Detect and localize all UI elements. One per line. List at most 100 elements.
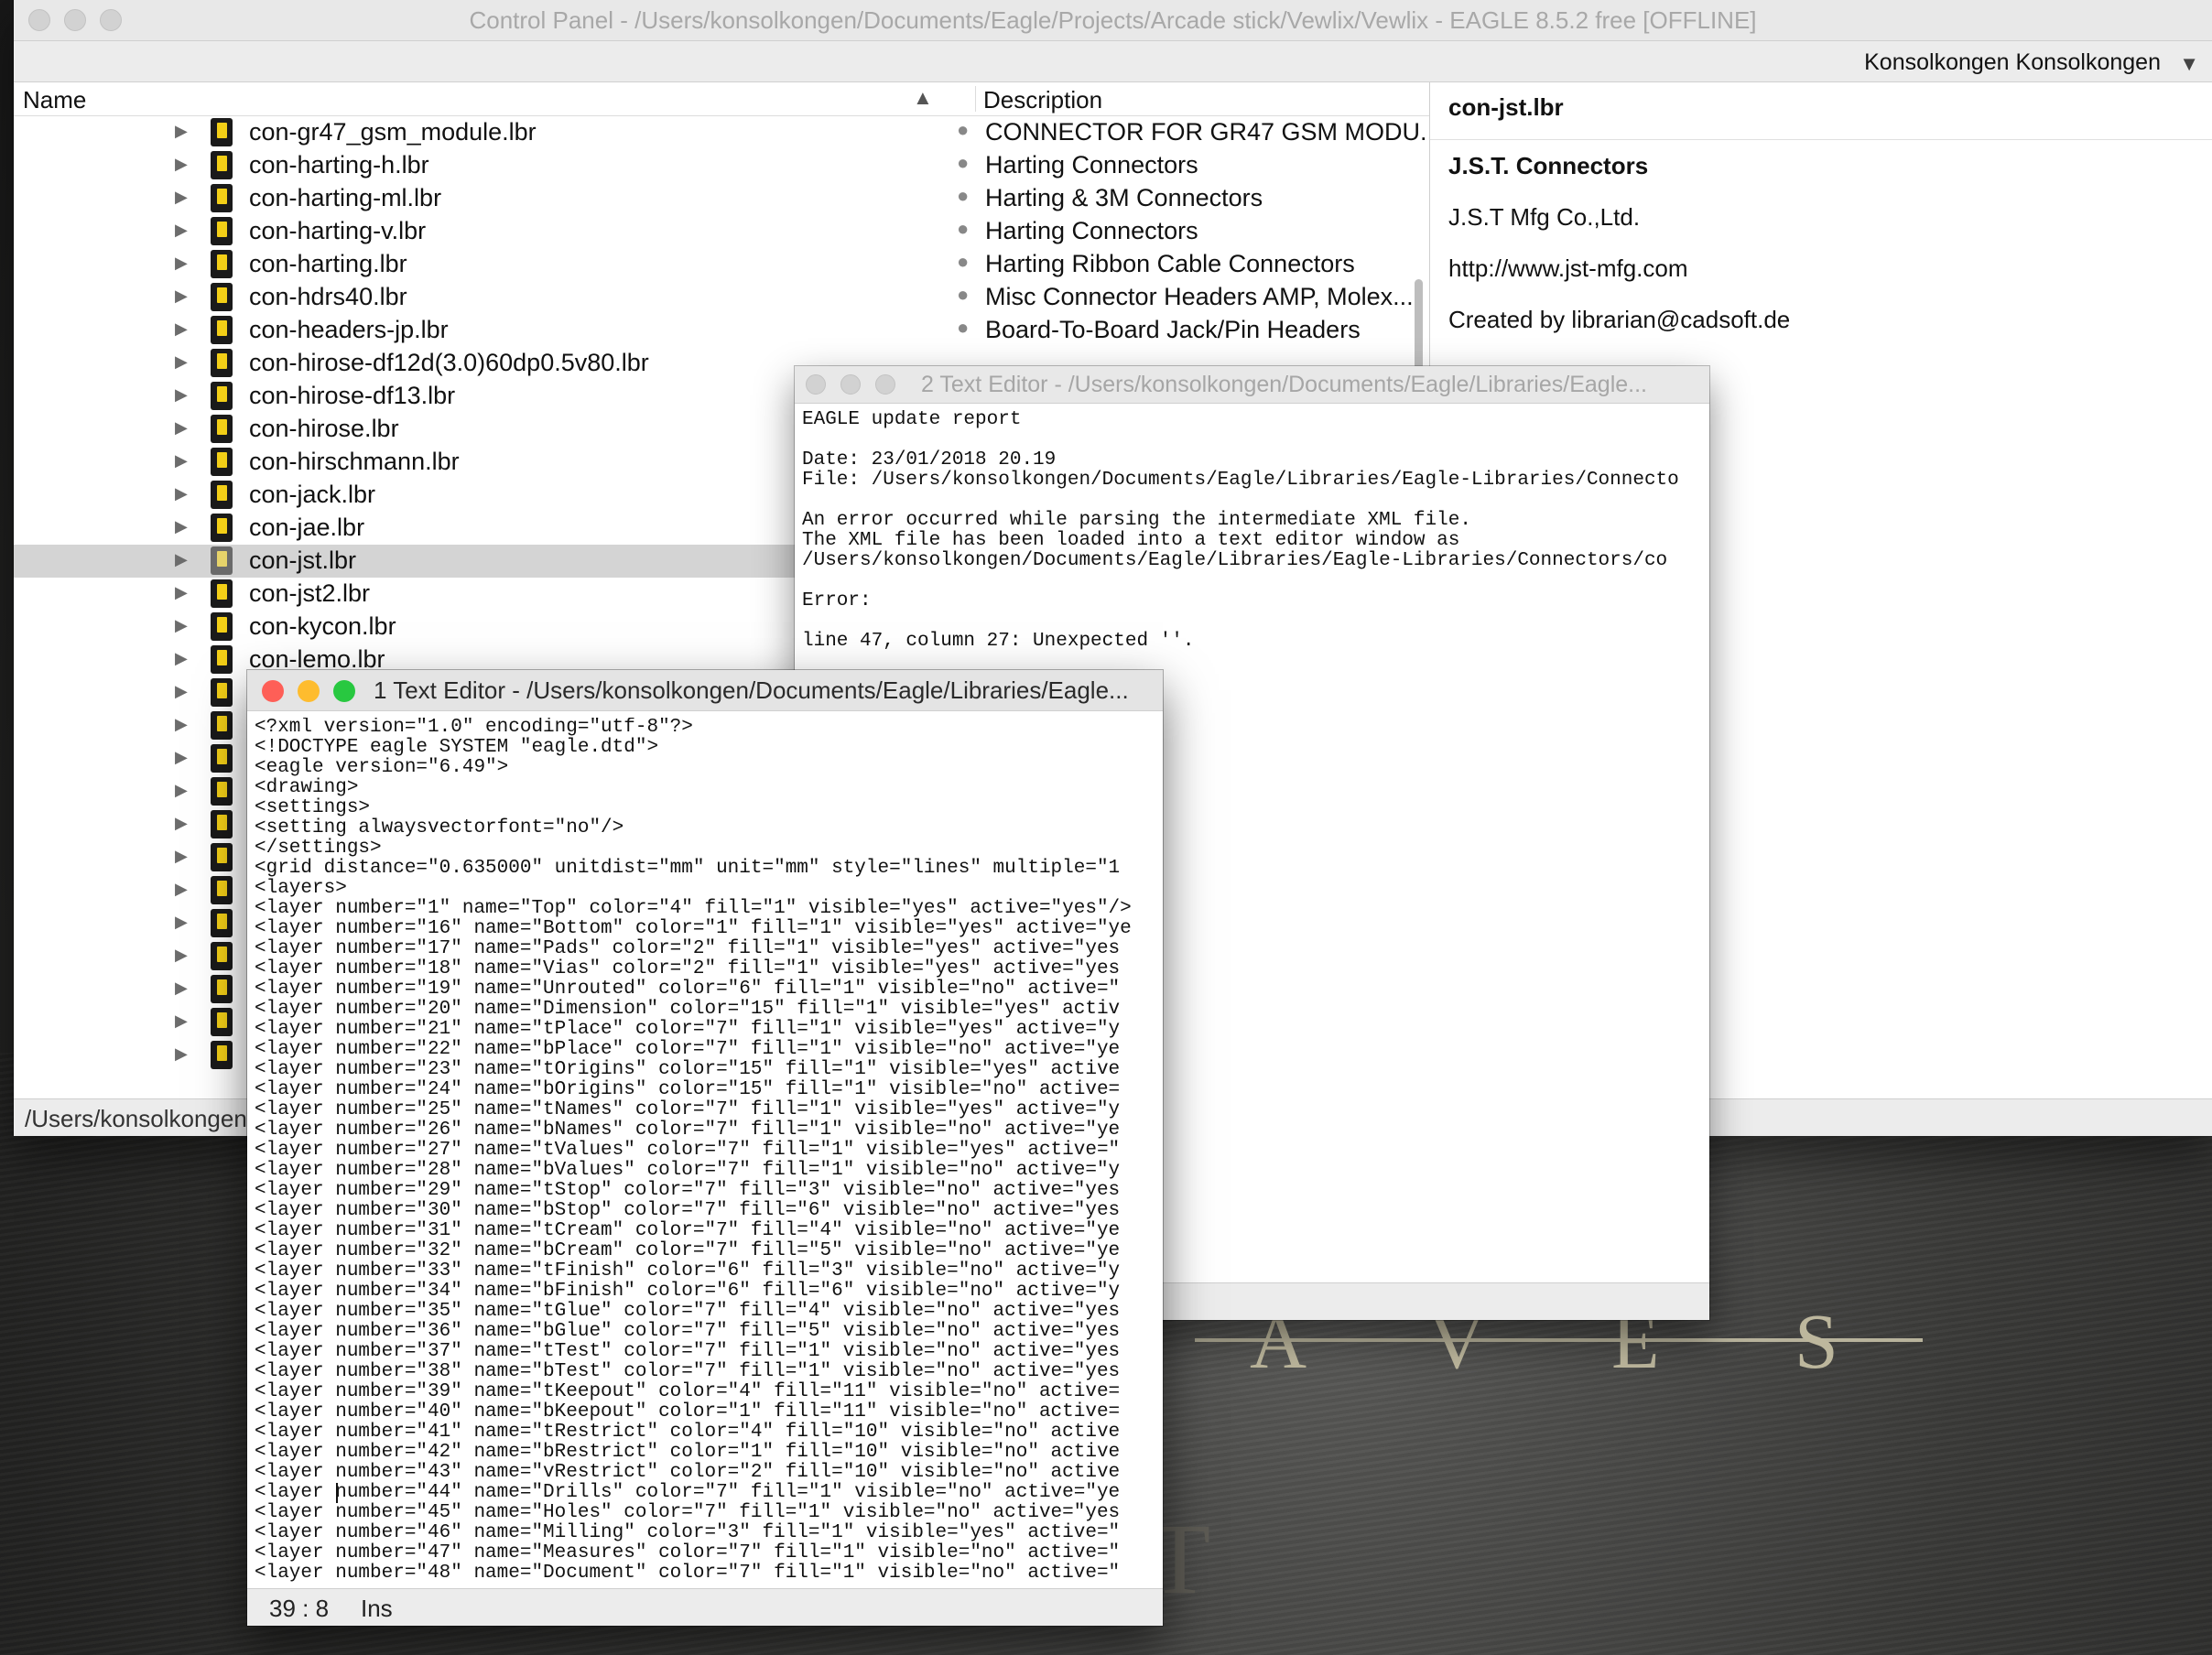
library-row[interactable]: ▶ con-harting-ml.lbr ● Harting & 3M Connect…	[14, 182, 1429, 215]
library-name: con-hirschmann.lbr	[249, 448, 460, 475]
disclosure-triangle-icon[interactable]: ▶	[175, 122, 188, 141]
disclosure-triangle-icon[interactable]: ▶	[175, 451, 188, 471]
editor-line: <setting alwaysvectorfont="no"/>	[255, 817, 624, 838]
disclosure-triangle-icon[interactable]: ▶	[175, 616, 188, 635]
library-book-icon	[211, 744, 233, 773]
library-row[interactable]: ▶ con-gr47_gsm_module.lbr ● CONNECTOR FOR G…	[14, 116, 1429, 149]
minimize-button[interactable]	[298, 680, 320, 702]
library-row[interactable]: ▶ con-hdrs40.lbr ● Misc Connector Headers A…	[14, 281, 1429, 314]
user-bar: Konsolkongen Konsolkongen ▼	[14, 41, 2212, 82]
disclosure-triangle-icon[interactable]: ▶	[175, 682, 188, 701]
disclosure-triangle-icon[interactable]: ▶	[175, 946, 188, 965]
library-book-icon	[211, 1041, 233, 1069]
user-name[interactable]: Konsolkongen Konsolkongen	[1864, 49, 2161, 76]
library-book-icon	[211, 415, 233, 443]
editor-line: <layer number="24" name="bOrigins" color…	[255, 1079, 1121, 1100]
chevron-down-icon[interactable]: ▼	[2179, 52, 2199, 76]
minimize-button[interactable]	[64, 9, 86, 31]
disclosure-triangle-icon[interactable]: ▶	[175, 583, 188, 602]
disclosure-triangle-icon[interactable]: ▶	[175, 550, 188, 569]
library-book-icon	[211, 843, 233, 871]
text-editor-2-titlebar[interactable]: 2 Text Editor - /Users/konsolkongen/Docu…	[795, 366, 1709, 404]
sort-ascending-icon[interactable]: ▲	[913, 86, 933, 110]
library-name: con-harting-ml.lbr	[249, 184, 442, 211]
disclosure-triangle-icon[interactable]: ▶	[175, 418, 188, 438]
disclosure-triangle-icon[interactable]: ▶	[175, 913, 188, 932]
disclosure-triangle-icon[interactable]: ▶	[175, 385, 188, 405]
editor-line: <layer number="38" name="bTest" color="7…	[255, 1361, 1121, 1382]
library-book-icon	[211, 151, 233, 179]
editor-line: <layer number="37" name="tTest" color="7…	[255, 1341, 1121, 1362]
disclosure-triangle-icon[interactable]: ▶	[175, 319, 188, 339]
disclosure-triangle-icon[interactable]: ▶	[175, 781, 188, 800]
library-name: con-jst2.lbr	[249, 579, 371, 607]
editor-line: <eagle version="6.49">	[255, 757, 509, 778]
cursor-position: 39 : 8	[269, 1595, 330, 1622]
disclosure-triangle-icon[interactable]: ▶	[175, 352, 188, 372]
disclosure-triangle-icon[interactable]: ▶	[175, 814, 188, 833]
disclosure-triangle-icon[interactable]: ▶	[175, 287, 188, 306]
library-book-icon	[211, 579, 233, 608]
library-book-icon	[211, 546, 233, 575]
disclosure-triangle-icon[interactable]: ▶	[175, 1044, 188, 1064]
disclosure-triangle-icon[interactable]: ▶	[175, 979, 188, 998]
library-name: con-harting-h.lbr	[249, 151, 429, 178]
library-name: con-hirose.lbr	[249, 415, 399, 442]
library-row[interactable]: ▶ con-harting-h.lbr ● Harting Connectors	[14, 149, 1429, 182]
library-book-icon	[211, 909, 233, 937]
disclosure-triangle-icon[interactable]: ▶	[175, 847, 188, 866]
library-book-icon	[211, 645, 233, 674]
editor-line: <layer number="22" name="bPlace" color="…	[255, 1039, 1121, 1060]
name-column-header[interactable]: Name	[23, 86, 86, 114]
editor-line: File: /Users/konsolkongen/Documents/Eagl…	[802, 470, 1679, 491]
disclosure-triangle-icon[interactable]: ▶	[175, 748, 188, 767]
library-book-icon	[211, 217, 233, 245]
library-name: con-headers-jp.lbr	[249, 316, 449, 343]
column-separator[interactable]	[975, 86, 976, 112]
editor-line: <layer number="39" name="tKeepout" color…	[255, 1381, 1121, 1402]
zoom-button[interactable]	[100, 9, 122, 31]
disclosure-triangle-icon[interactable]: ▶	[175, 517, 188, 536]
insert-mode: Ins	[361, 1595, 393, 1622]
disclosure-triangle-icon[interactable]: ▶	[175, 1011, 188, 1031]
editor-line: <layer number="36" name="bGlue" color="7…	[255, 1321, 1121, 1342]
close-button[interactable]	[28, 9, 50, 31]
disclosure-triangle-icon[interactable]: ▶	[175, 880, 188, 899]
library-row[interactable]: ▶ con-headers-jp.lbr ● Board-To-Board Jack/…	[14, 314, 1429, 347]
disclosure-triangle-icon[interactable]: ▶	[175, 715, 188, 734]
tree-header: Name ▲ Description	[14, 82, 1429, 116]
zoom-button[interactable]	[333, 680, 355, 702]
library-row[interactable]: ▶ con-harting-v.lbr ● Harting Connectors	[14, 215, 1429, 248]
editor-1-text-area[interactable]: <?xml version="1.0" encoding="utf-8"?> <!…	[255, 718, 1161, 1585]
library-row[interactable]: ▶ con-harting.lbr ● Harting Ribbon Cable Co…	[14, 248, 1429, 281]
editor-line: <layer number="45" name="Holes" color="7…	[255, 1502, 1121, 1523]
close-button[interactable]	[262, 680, 284, 702]
control-panel-titlebar[interactable]: Control Panel - /Users/konsolkongen/Docu…	[14, 0, 2212, 41]
disclosure-triangle-icon[interactable]: ▶	[175, 155, 188, 174]
disclosure-triangle-icon[interactable]: ▶	[175, 484, 188, 503]
editor-line: </settings>	[255, 838, 382, 859]
editor-line: <layer number="30" name="bStop" color="7…	[255, 1200, 1121, 1221]
detail-created-by: Created by librarian@cadsoft.de	[1448, 306, 1791, 333]
detail-header: con-jst.lbr	[1430, 82, 2212, 140]
library-book-icon	[211, 283, 233, 311]
editor-line: <layer number="47" name="Measures" color…	[255, 1542, 1121, 1563]
editor-line: The XML file has been loaded into a text…	[802, 530, 1460, 551]
library-book-icon	[211, 382, 233, 410]
library-name: con-gr47_gsm_module.lbr	[249, 118, 537, 146]
disclosure-triangle-icon[interactable]: ▶	[175, 649, 188, 668]
detail-header-title: con-jst.lbr	[1448, 93, 1564, 121]
description-column-header[interactable]: Description	[983, 86, 1102, 114]
text-editor-1-titlebar[interactable]: 1 Text Editor - /Users/konsolkongen/Docu…	[247, 670, 1163, 711]
library-book-icon	[211, 678, 233, 707]
detail-url[interactable]: http://www.jst-mfg.com	[1448, 254, 1688, 283]
disclosure-triangle-icon[interactable]: ▶	[175, 254, 188, 273]
bullet-icon: ●	[957, 283, 970, 306]
library-description: Harting Connectors	[985, 217, 1198, 244]
disclosure-triangle-icon[interactable]: ▶	[175, 221, 188, 240]
library-book-icon	[211, 118, 233, 146]
editor-line: <layer number="27" name="tValues" color=…	[255, 1140, 1121, 1161]
disclosure-triangle-icon[interactable]: ▶	[175, 188, 188, 207]
editor-line: Date: 23/01/2018 20.19	[802, 449, 1057, 471]
bullet-icon: ●	[957, 118, 970, 141]
